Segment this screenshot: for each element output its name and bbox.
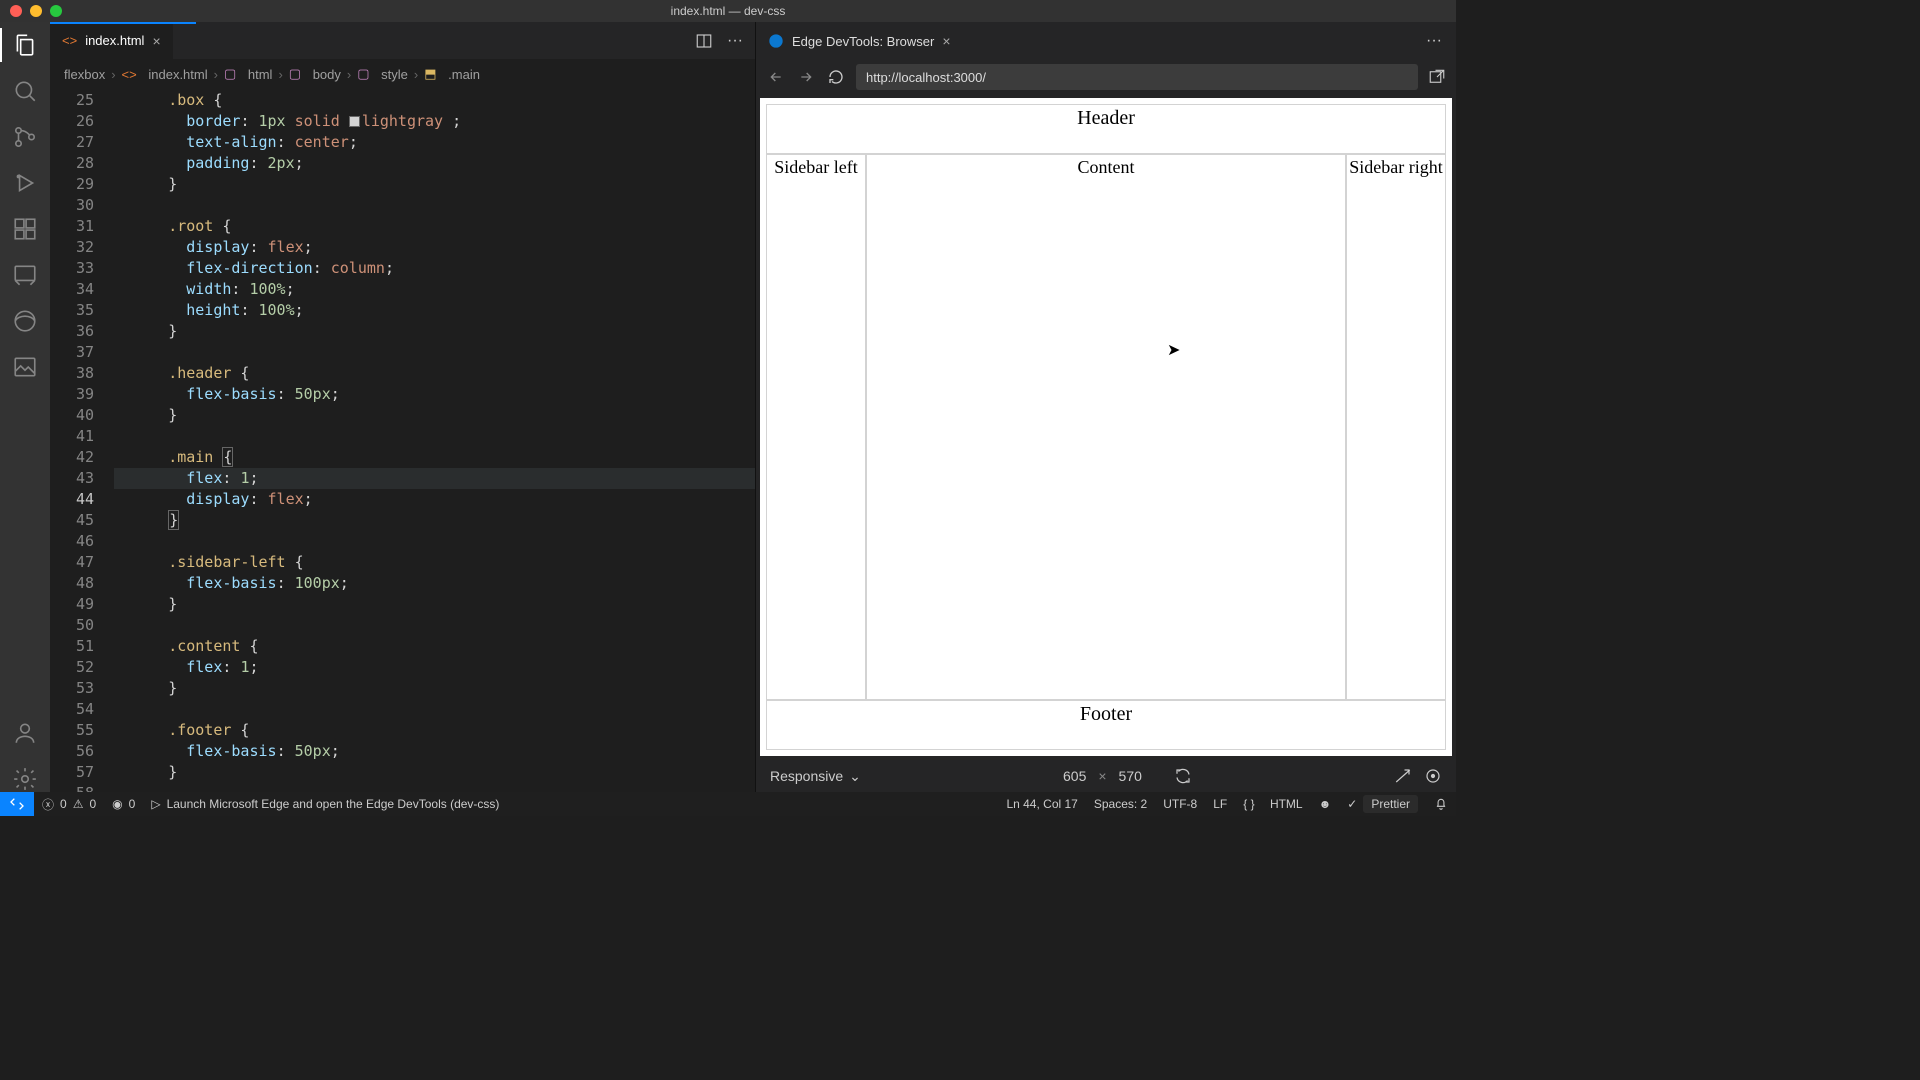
edge-browser-icon	[768, 33, 784, 49]
task-group[interactable]: ▷ Launch Microsoft Edge and open the Edg…	[143, 797, 507, 811]
browser-preview[interactable]: Header Sidebar left Content ➤ Sidebar ri…	[760, 98, 1452, 756]
debug-icon: ▷	[151, 797, 160, 811]
preview-content: Content ➤	[866, 154, 1346, 700]
tab-edge-devtools[interactable]: Edge DevTools: Browser ×	[756, 22, 964, 60]
task-label: Launch Microsoft Edge and open the Edge …	[167, 797, 500, 811]
viewport-width[interactable]: 605	[1063, 768, 1086, 784]
preview-root: Header Sidebar left Content ➤ Sidebar ri…	[766, 104, 1446, 750]
app-window: index.html — dev-css	[0, 0, 1456, 816]
encoding-setting[interactable]: UTF-8	[1155, 797, 1205, 811]
rotate-icon[interactable]	[1174, 767, 1192, 785]
forward-icon[interactable]	[796, 67, 816, 87]
screenshot-icon[interactable]	[1394, 767, 1412, 785]
close-icon[interactable]: ×	[152, 33, 160, 49]
chevron-down-icon: ⌄	[849, 768, 861, 785]
chevron-right-icon: ›	[414, 67, 418, 82]
cursor-position[interactable]: Ln 44, Col 17	[998, 797, 1085, 811]
mouse-cursor-icon: ➤	[1167, 340, 1180, 360]
code-icon: { }	[1243, 797, 1254, 811]
tab-index-html[interactable]: <> index.html ×	[50, 22, 174, 59]
split-editor-icon[interactable]	[695, 32, 713, 50]
url-text: http://localhost:3000/	[866, 70, 986, 85]
remote-indicator[interactable]	[0, 792, 34, 816]
open-external-icon[interactable]	[1428, 68, 1446, 86]
breadcrumb-selector[interactable]: ⬒ .main	[424, 66, 480, 82]
more-icon[interactable]: ···	[727, 32, 743, 50]
tab-label: index.html	[85, 33, 144, 48]
more-icon[interactable]: ···	[1426, 32, 1442, 50]
preview-main: Sidebar left Content ➤ Sidebar right	[766, 154, 1446, 700]
close-window-icon[interactable]	[10, 5, 22, 17]
minimize-window-icon[interactable]	[30, 5, 42, 17]
warning-icon: ⚠	[73, 797, 84, 811]
devtools-panel-icon[interactable]	[12, 262, 38, 288]
error-icon: ⓧ	[42, 796, 54, 813]
editor-tab-actions: ···	[695, 22, 755, 59]
preview-sidebar-left: Sidebar left	[766, 154, 866, 700]
source-control-icon[interactable]	[12, 124, 38, 150]
status-bar: ⓧ0 ⚠0 ◉0 ▷ Launch Microsoft Edge and ope…	[0, 792, 1456, 816]
tab-label: Edge DevTools: Browser	[792, 34, 934, 49]
preview-header: Header	[766, 104, 1446, 154]
chevron-right-icon: ›	[278, 67, 282, 82]
edge-icon[interactable]	[12, 308, 38, 334]
image-icon[interactable]	[12, 354, 38, 380]
window-title: index.html — dev-css	[671, 4, 786, 18]
breadcrumb-folder[interactable]: flexbox	[64, 67, 105, 82]
extensions-icon[interactable]	[12, 216, 38, 242]
active-tab-indicator	[50, 22, 196, 24]
eol-setting[interactable]: LF	[1205, 797, 1235, 811]
explorer-icon[interactable]	[12, 32, 38, 58]
back-icon[interactable]	[766, 67, 786, 87]
close-icon[interactable]: ×	[942, 33, 950, 49]
search-icon[interactable]	[12, 78, 38, 104]
breadcrumb-file[interactable]: <> index.html	[122, 67, 208, 82]
reload-icon[interactable]	[826, 67, 846, 87]
times-icon: ×	[1098, 768, 1106, 784]
run-debug-icon[interactable]	[12, 170, 38, 196]
breadcrumb-html[interactable]: ▢ html	[224, 66, 272, 82]
breadcrumbs[interactable]: flexbox › <> index.html › ▢ html › ▢ bod…	[50, 60, 755, 88]
broadcast-icon: ◉	[112, 797, 122, 811]
editor-tabbar: <> index.html × ···	[50, 22, 755, 60]
chevron-right-icon: ›	[347, 67, 351, 82]
code-area[interactable]: .box { border: 1px solid lightgray ; tex…	[114, 88, 755, 792]
chevron-right-icon: ›	[214, 67, 218, 82]
code-editor[interactable]: 2526272829303132333435363738394041424344…	[50, 88, 755, 792]
editor-columns: <> index.html × ··· flexbox › <> index.h…	[50, 22, 1456, 792]
line-gutter: 2526272829303132333435363738394041424344…	[50, 88, 114, 792]
devtools-tabbar: Edge DevTools: Browser × ···	[756, 22, 1456, 60]
titlebar: index.html — dev-css	[0, 0, 1456, 22]
devtools-statusbar: Responsive ⌄ 605 × 570	[756, 760, 1456, 792]
ports-group[interactable]: ◉0	[104, 797, 143, 811]
bell-icon[interactable]	[1426, 797, 1456, 811]
main-body: <> index.html × ··· flexbox › <> index.h…	[0, 22, 1456, 792]
preview-footer: Footer	[766, 700, 1446, 750]
settings-gear-icon[interactable]	[12, 766, 38, 792]
inspect-icon[interactable]	[1424, 767, 1442, 785]
responsive-dropdown[interactable]: Responsive ⌄	[770, 768, 861, 785]
breadcrumb-style[interactable]: ▢ style	[357, 66, 408, 82]
traffic-lights[interactable]	[10, 5, 62, 17]
address-bar[interactable]: http://localhost:3000/	[856, 64, 1418, 90]
language-mode[interactable]: { } HTML	[1235, 797, 1310, 811]
preview-sidebar-right: Sidebar right	[1346, 154, 1446, 700]
smiley-icon[interactable]: ☻	[1311, 797, 1340, 811]
devtools-column: Edge DevTools: Browser × ···	[756, 22, 1456, 792]
prettier-status[interactable]: ✓ Prettier	[1339, 795, 1426, 813]
chevron-right-icon: ›	[111, 67, 115, 82]
breadcrumb-body[interactable]: ▢ body	[289, 66, 341, 82]
zoom-window-icon[interactable]	[50, 5, 62, 17]
viewport-height[interactable]: 570	[1119, 768, 1142, 784]
devtools-tab-actions: ···	[1426, 22, 1456, 60]
account-icon[interactable]	[12, 720, 38, 746]
address-row: http://localhost:3000/	[756, 60, 1456, 94]
activity-bar	[0, 22, 50, 792]
indent-setting[interactable]: Spaces: 2	[1086, 797, 1155, 811]
editor-column: <> index.html × ··· flexbox › <> index.h…	[50, 22, 756, 792]
problems-group[interactable]: ⓧ0 ⚠0	[34, 796, 104, 813]
html-file-icon: <>	[62, 33, 77, 48]
